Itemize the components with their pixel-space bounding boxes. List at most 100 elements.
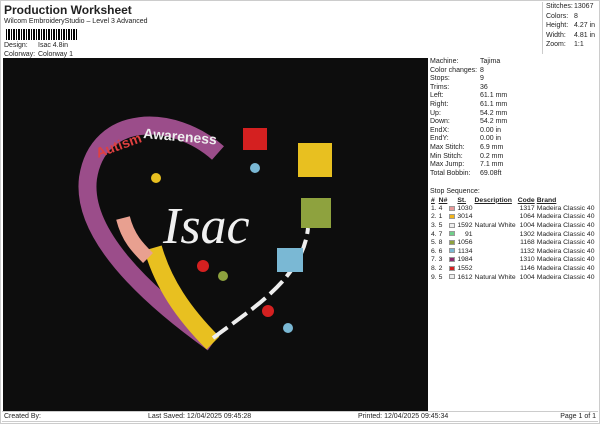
info-row-value: 69.08ft — [480, 169, 502, 177]
brand: Madeira Classic 40 — [536, 221, 595, 229]
info-row-value: 61.1 mm — [480, 100, 508, 108]
stat-row: Zoom: 1:1 — [546, 40, 598, 50]
stop-sequence: Stop Sequence: # N# St. Description Code… — [430, 187, 600, 281]
info-row-value: 9 — [480, 75, 484, 83]
description — [474, 264, 517, 273]
stat-row-label: Colors: — [546, 12, 569, 20]
color-swatch — [449, 257, 456, 263]
table-row: 6. 6 1134 1132 Madeira Classic 40 — [430, 247, 595, 256]
info-row-label: Total Bobbin: — [430, 169, 471, 177]
info-row: EndX: 0.00 in — [430, 127, 598, 136]
design-stats: Stitches: 13067 Colors: 8 Height: 4.27 in Widt… — [542, 2, 598, 54]
design-label: Design: — [4, 42, 28, 49]
stop-index: 5. — [431, 239, 437, 247]
design-field: Design: Isac 4.8in — [4, 42, 68, 49]
info-row-value: 0.00 in — [480, 135, 502, 143]
stat-row-label: Width: — [546, 31, 566, 39]
hand-blue-icon — [250, 163, 260, 173]
stat-row: Stitches: 13067 — [546, 2, 598, 12]
description — [474, 204, 517, 213]
info-row: Total Bobbin: 69.08ft — [430, 170, 598, 179]
description — [474, 213, 517, 222]
color-swatch — [449, 214, 456, 220]
stitch-count: 1030 — [457, 204, 473, 212]
needle: 1 — [438, 213, 443, 221]
description — [474, 230, 517, 239]
stat-row-label: Zoom: — [546, 41, 566, 48]
description: Natural White — [474, 273, 516, 281]
puzzle-green-icon — [301, 198, 331, 228]
brand: Madeira Classic 40 — [536, 256, 595, 264]
worksheet-header: Production Worksheet Wilcom EmbroiderySt… — [2, 2, 542, 58]
color-swatch — [449, 265, 456, 271]
stitch-count: 1984 — [457, 256, 473, 264]
last-saved: Last Saved: 12/04/2025 09:45:28 — [148, 413, 252, 420]
col-stitches: St. — [457, 196, 467, 204]
stop-index: 3. — [431, 221, 437, 229]
puzzle-blue-icon — [277, 248, 303, 272]
needle: 7 — [438, 230, 443, 238]
embroidery-design: Autism Awareness Isac — [78, 116, 332, 351]
info-row-value: 7.1 mm — [480, 161, 504, 169]
info-row: Up: 54.2 mm — [430, 110, 598, 119]
info-row: Max Jump: 7.1 mm — [430, 161, 598, 170]
thread-code: 1302 — [519, 230, 535, 238]
hand-blue-icon-2 — [283, 323, 293, 333]
brand: Madeira Classic 40 — [536, 213, 595, 221]
thread-code: 1004 — [519, 273, 535, 281]
barcode — [6, 29, 78, 40]
brand: Madeira Classic 40 — [536, 264, 595, 272]
needle: 8 — [438, 239, 443, 247]
info-row-label: EndX: — [430, 126, 450, 134]
col-description: Description — [474, 196, 512, 204]
stop-index: 4. — [431, 230, 437, 238]
heart-pink-stroke — [116, 216, 153, 263]
color-swatch — [449, 222, 456, 228]
info-row-value: Tajima — [480, 58, 501, 65]
info-row-value: 0.2 mm — [480, 152, 504, 160]
needle: 2 — [438, 264, 443, 272]
colorway-field: Colorway: Colorway 1 — [4, 51, 73, 58]
needle: 5 — [438, 221, 443, 229]
stop-sequence-title: Stop Sequence: — [430, 188, 480, 195]
table-row: 4. 7 91 1302 Madeira Classic 40 — [430, 230, 595, 239]
stitch-count: 1612 — [457, 273, 473, 281]
puzzle-red-icon — [243, 128, 267, 150]
info-row: Left: 61.1 mm — [430, 92, 598, 101]
stat-row-value: 13067 — [574, 3, 594, 10]
description — [474, 256, 517, 265]
stat-row-value: 4.27 in — [574, 22, 596, 29]
stat-row-label: Stitches: — [546, 3, 573, 10]
info-row-value: 6.9 mm — [480, 143, 504, 151]
info-row-label: Color changes: — [430, 66, 478, 74]
thread-code: 1317 — [519, 204, 535, 212]
info-row-value: 36 — [480, 83, 488, 91]
brand: Madeira Classic 40 — [536, 239, 595, 247]
info-row-value: 61.1 mm — [480, 92, 508, 100]
table-row: 8. 2 1552 1146 Madeira Classic 40 — [430, 264, 595, 273]
table-row: 5. 8 1056 1168 Madeira Classic 40 — [430, 238, 595, 247]
colorway-label: Colorway: — [4, 51, 36, 58]
created-by: Created By: — [4, 413, 41, 420]
info-row: Color changes: 8 — [430, 67, 598, 76]
page-title: Production Worksheet — [4, 3, 132, 17]
stat-row: Colors: 8 — [546, 12, 598, 22]
needle: 4 — [438, 204, 443, 212]
stat-row-value: 8 — [574, 12, 578, 20]
color-swatch — [449, 248, 456, 254]
software-name: Wilcom EmbroideryStudio – Level 3 Advanc… — [4, 18, 148, 25]
info-row: Right: 61.1 mm — [430, 101, 598, 110]
col-brand: Brand — [536, 196, 557, 204]
stat-row-label: Height: — [546, 22, 569, 29]
description — [474, 247, 517, 256]
stat-row: Width: 4.81 in — [546, 31, 598, 41]
info-row-label: Stops: — [430, 75, 450, 83]
stat-row-value: 4.81 in — [574, 31, 596, 39]
description: Natural White — [474, 221, 516, 229]
stop-index: 2. — [431, 213, 437, 221]
stop-index: 1. — [431, 204, 437, 212]
info-row: Down: 54.2 mm — [430, 118, 598, 127]
name-text: Isac — [162, 198, 250, 255]
thread-code: 1168 — [520, 239, 535, 247]
info-row: Stops: 9 — [430, 75, 598, 84]
